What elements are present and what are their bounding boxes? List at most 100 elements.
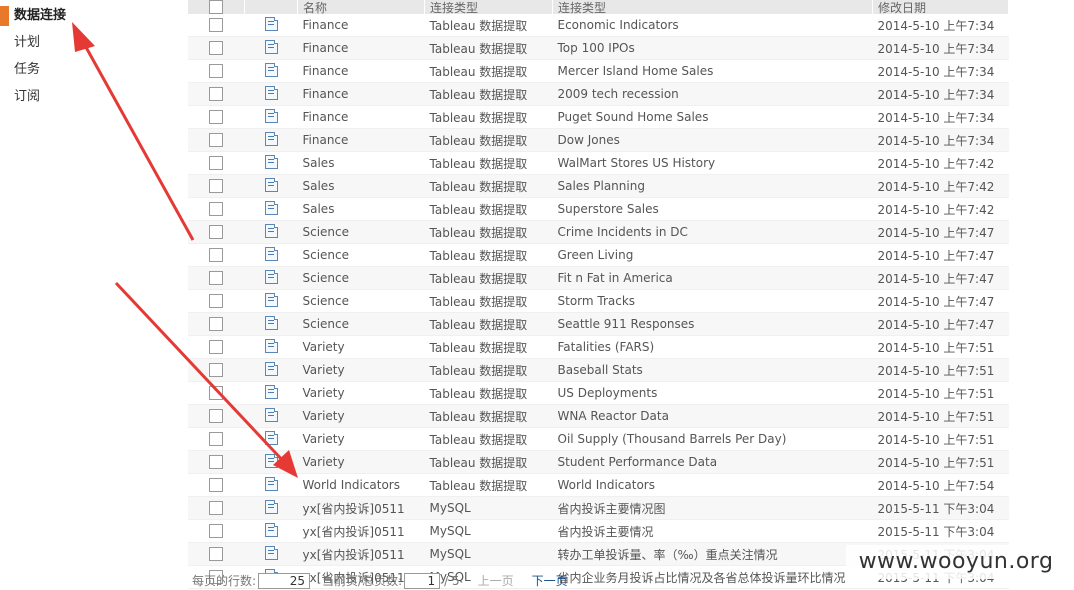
rows-per-page-input[interactable] <box>258 573 311 589</box>
datasource-icon[interactable] <box>264 246 278 261</box>
table-row[interactable]: Finance Tableau 数据提取 Dow Jones 2014-5-10 上午… <box>188 128 1009 152</box>
row-checkbox[interactable] <box>188 450 245 474</box>
row-checkbox[interactable] <box>188 197 245 221</box>
table-row[interactable]: Variety Tableau 数据提取 US Deployments 2014-5-… <box>188 381 1009 405</box>
header-name[interactable]: 名称 <box>297 0 425 14</box>
row-project[interactable]: Finance <box>297 128 425 152</box>
row-datasource-name[interactable]: Fit n Fat in America <box>552 266 873 290</box>
row-project[interactable]: Science <box>297 266 425 290</box>
row-project[interactable]: Sales <box>297 174 425 198</box>
table-row[interactable]: Finance Tableau 数据提取 Mercer Island Home Sa… <box>188 59 1009 83</box>
row-datasource-name[interactable]: Student Performance Data <box>552 450 873 474</box>
row-project[interactable]: Finance <box>297 36 425 60</box>
row-datasource-name[interactable]: WalMart Stores US History <box>552 151 873 175</box>
table-row[interactable]: Sales Tableau 数据提取 Sales Planning 2014-5-10… <box>188 174 1009 198</box>
table-row[interactable]: Sales Tableau 数据提取 WalMart Stores US Histo… <box>188 151 1009 175</box>
table-row[interactable]: Finance Tableau 数据提取 Economic Indicators 20… <box>188 14 1009 37</box>
row-project[interactable]: yx[省内投诉]0511 <box>297 542 425 566</box>
table-row[interactable]: Variety Tableau 数据提取 Fatalities (FARS) 2014… <box>188 335 1009 359</box>
datasource-icon[interactable] <box>264 200 278 215</box>
table-row[interactable]: Variety Tableau 数据提取 Student Performance D… <box>188 450 1009 474</box>
row-checkbox[interactable] <box>188 105 245 129</box>
table-row[interactable]: Sales Tableau 数据提取 Superstore Sales 2014-5-… <box>188 197 1009 221</box>
sidebar-item-schedules[interactable]: 计划 <box>0 31 40 55</box>
row-datasource-name[interactable]: US Deployments <box>552 381 873 405</box>
datasource-icon[interactable] <box>264 16 278 31</box>
row-datasource-name[interactable]: Crime Incidents in DC <box>552 220 873 244</box>
row-checkbox[interactable] <box>188 473 245 497</box>
row-project[interactable]: Science <box>297 243 425 267</box>
row-datasource-name[interactable]: Puget Sound Home Sales <box>552 105 873 129</box>
row-checkbox[interactable] <box>188 335 245 359</box>
row-checkbox[interactable] <box>188 14 245 37</box>
datasource-icon[interactable] <box>264 85 278 100</box>
row-datasource-name[interactable]: Seattle 911 Responses <box>552 312 873 336</box>
row-checkbox[interactable] <box>188 220 245 244</box>
datasource-icon[interactable] <box>264 177 278 192</box>
datasource-icon[interactable] <box>264 545 278 560</box>
row-checkbox[interactable] <box>188 519 245 543</box>
row-datasource-name[interactable]: Green Living <box>552 243 873 267</box>
header-modified-date[interactable]: 修改日期 <box>872 0 1009 14</box>
row-datasource-name[interactable]: WNA Reactor Data <box>552 404 873 428</box>
row-project[interactable]: Finance <box>297 105 425 129</box>
table-row[interactable]: Science Tableau 数据提取 Crime Incidents in DC… <box>188 220 1009 244</box>
datasource-icon[interactable] <box>264 361 278 376</box>
row-project[interactable]: Science <box>297 289 425 313</box>
datasource-icon[interactable] <box>264 315 278 330</box>
row-checkbox[interactable] <box>188 381 245 405</box>
row-project[interactable]: Variety <box>297 450 425 474</box>
row-checkbox[interactable] <box>188 358 245 382</box>
datasource-icon[interactable] <box>264 476 278 491</box>
row-datasource-name[interactable]: Storm Tracks <box>552 289 873 313</box>
datasource-icon[interactable] <box>264 430 278 445</box>
row-datasource-name[interactable]: Fatalities (FARS) <box>552 335 873 359</box>
current-page-input[interactable] <box>404 573 441 589</box>
row-project[interactable]: Variety <box>297 427 425 451</box>
datasource-icon[interactable] <box>264 131 278 146</box>
table-row[interactable]: Science Tableau 数据提取 Storm Tracks 2014-5-10… <box>188 289 1009 313</box>
row-checkbox[interactable] <box>188 128 245 152</box>
row-checkbox[interactable] <box>188 289 245 313</box>
row-project[interactable]: Variety <box>297 404 425 428</box>
row-datasource-name[interactable]: Mercer Island Home Sales <box>552 59 873 83</box>
datasource-icon[interactable] <box>264 338 278 353</box>
row-project[interactable]: Finance <box>297 59 425 83</box>
row-datasource-name[interactable]: World Indicators <box>552 473 873 497</box>
row-datasource-name[interactable]: Dow Jones <box>552 128 873 152</box>
row-datasource-name[interactable]: Economic Indicators <box>552 14 873 37</box>
row-datasource-name[interactable]: Oil Supply (Thousand Barrels Per Day) <box>552 427 873 451</box>
row-project[interactable]: Finance <box>297 82 425 106</box>
row-project[interactable]: Variety <box>297 381 425 405</box>
select-all-checkbox[interactable] <box>188 0 245 14</box>
row-project[interactable]: Variety <box>297 335 425 359</box>
row-project[interactable]: yx[省内投诉]0511 <box>297 519 425 543</box>
datasource-icon[interactable] <box>264 62 278 77</box>
sidebar-item-tasks[interactable]: 任务 <box>0 58 40 82</box>
row-datasource-name[interactable]: Sales Planning <box>552 174 873 198</box>
sidebar-item-subscriptions[interactable]: 订阅 <box>0 85 40 109</box>
datasource-icon[interactable] <box>264 39 278 54</box>
row-checkbox[interactable] <box>188 312 245 336</box>
table-row[interactable]: Science Tableau 数据提取 Green Living 2014-5-10… <box>188 243 1009 267</box>
row-project[interactable]: Finance <box>297 14 425 37</box>
row-project[interactable]: Science <box>297 312 425 336</box>
row-checkbox[interactable] <box>188 36 245 60</box>
row-checkbox[interactable] <box>188 404 245 428</box>
next-page-link[interactable]: 下一页 <box>532 574 568 588</box>
table-row[interactable]: Finance Tableau 数据提取 Puget Sound Home Sale… <box>188 105 1009 129</box>
row-checkbox[interactable] <box>188 151 245 175</box>
row-project[interactable]: Sales <box>297 151 425 175</box>
row-checkbox[interactable] <box>188 542 245 566</box>
row-checkbox[interactable] <box>188 243 245 267</box>
datasource-icon[interactable] <box>264 384 278 399</box>
datasource-icon[interactable] <box>264 108 278 123</box>
row-checkbox[interactable] <box>188 82 245 106</box>
table-row[interactable]: Finance Tableau 数据提取 Top 100 IPOs 2014-5-10… <box>188 36 1009 60</box>
header-connection-type[interactable]: 连接类型 <box>424 0 553 14</box>
table-row[interactable]: Variety Tableau 数据提取 Baseball Stats 2014-5-… <box>188 358 1009 382</box>
row-datasource-name[interactable]: Top 100 IPOs <box>552 36 873 60</box>
row-checkbox[interactable] <box>188 427 245 451</box>
row-checkbox[interactable] <box>188 266 245 290</box>
row-datasource-name[interactable]: 转办工单投诉量、率（‰）重点关注情况 <box>552 542 873 566</box>
